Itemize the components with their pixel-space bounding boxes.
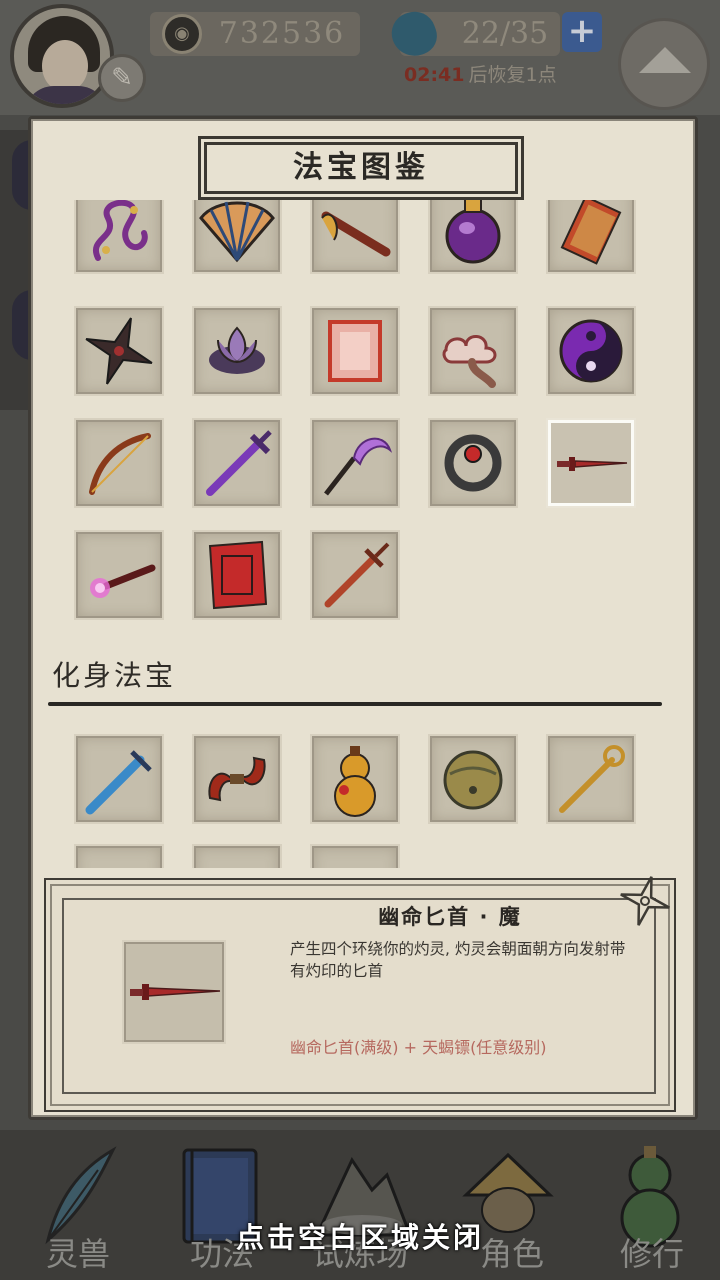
add-energy-button[interactable]: + — [562, 12, 602, 52]
treasure-slot[interactable] — [76, 420, 162, 506]
treasure-slot[interactable] — [194, 736, 280, 822]
avatar-treasure-grid — [32, 720, 692, 868]
treasure-slot[interactable] — [430, 308, 516, 394]
yin-yang-icon — [559, 319, 623, 383]
dagger-icon — [557, 457, 628, 471]
treasure-slot[interactable] — [430, 736, 516, 822]
treasure-grid — [32, 200, 692, 630]
treasure-slot-selected[interactable] — [548, 420, 634, 506]
treasure-slot[interactable] — [548, 736, 634, 822]
treasure-slot[interactable] — [76, 846, 162, 868]
treasure-slot[interactable] — [194, 532, 280, 618]
talisman-icon — [560, 200, 622, 265]
gourd-bottle-icon — [445, 200, 501, 264]
cloud-ruyi-icon — [442, 335, 497, 388]
red-sword-icon — [324, 542, 390, 608]
energy-count: 22/35 — [461, 16, 549, 51]
scroll-paper-icon — [328, 320, 382, 382]
treasure-slot[interactable] — [312, 532, 398, 618]
detail-item-description: 产生四个环绕你的灼灵, 灼灵会朝面朝方向发射带有灼印的匕首 — [290, 940, 626, 980]
treasure-slot[interactable] — [312, 846, 398, 868]
treasure-slot[interactable] — [430, 420, 516, 506]
feather-icon[interactable]: ✎ — [98, 54, 146, 102]
red-scroll-icon — [208, 540, 268, 610]
purple-ribbon-icon — [93, 200, 148, 261]
treasure-slot[interactable] — [76, 308, 162, 394]
coin-icon: ◉ — [162, 14, 202, 54]
twin-blade-icon — [208, 756, 266, 802]
coin-count: 732536 — [218, 16, 346, 51]
blue-sword-icon — [85, 750, 152, 815]
shuriken-icon — [620, 876, 670, 926]
panel-title: 法宝图鉴 — [201, 139, 521, 197]
recover-timer: 02:41 — [404, 64, 465, 86]
collapse-button[interactable] — [618, 18, 710, 110]
treasure-slot[interactable] — [548, 308, 634, 394]
treasure-slot[interactable] — [312, 308, 398, 394]
bell-icon — [443, 750, 503, 810]
treasure-slot[interactable] — [312, 420, 398, 506]
treasure-slot[interactable] — [312, 736, 398, 822]
sickle-icon — [324, 437, 393, 496]
purple-sword-icon — [206, 430, 272, 496]
bow-icon — [89, 433, 151, 495]
torch-icon — [90, 564, 156, 598]
treasure-slot[interactable] — [76, 200, 162, 272]
detail-item-recipe: 幽命匕首(满级) + 天蝎镖(任意级别) — [290, 1038, 547, 1057]
treasure-slot[interactable] — [430, 200, 516, 272]
detail-item-name: 幽命匕首 · 魔 — [378, 905, 522, 929]
shuriken-icon — [85, 317, 153, 385]
treasure-slot[interactable] — [76, 532, 162, 618]
section-title-avatar-treasures: 化身法宝 — [52, 659, 177, 692]
treasure-slot[interactable] — [194, 846, 280, 868]
close-hint[interactable]: 点击空白区域关闭 — [0, 1216, 720, 1260]
detail-item-slot — [124, 942, 224, 1042]
golden-staff-icon — [559, 745, 625, 813]
player-avatar[interactable] — [10, 4, 114, 108]
section-divider — [48, 702, 662, 706]
lotus-icon — [209, 326, 265, 374]
treasure-slot[interactable] — [312, 200, 398, 272]
treasure-slot[interactable] — [194, 200, 280, 272]
recover-label: 后恢复1点 — [468, 64, 557, 86]
energy-recover-text: 02:41 后恢复1点 — [404, 62, 557, 88]
flute-icon — [321, 211, 391, 257]
folding-fan-icon — [199, 201, 275, 263]
treasure-slot[interactable] — [76, 736, 162, 822]
treasure-slot[interactable] — [194, 420, 280, 506]
ring-icon — [444, 434, 502, 492]
dagger-icon — [130, 984, 221, 1000]
treasure-slot[interactable] — [548, 200, 634, 272]
treasure-slot[interactable] — [194, 308, 280, 394]
chevron-up-icon — [639, 47, 691, 73]
golden-gourd-icon — [334, 746, 376, 817]
